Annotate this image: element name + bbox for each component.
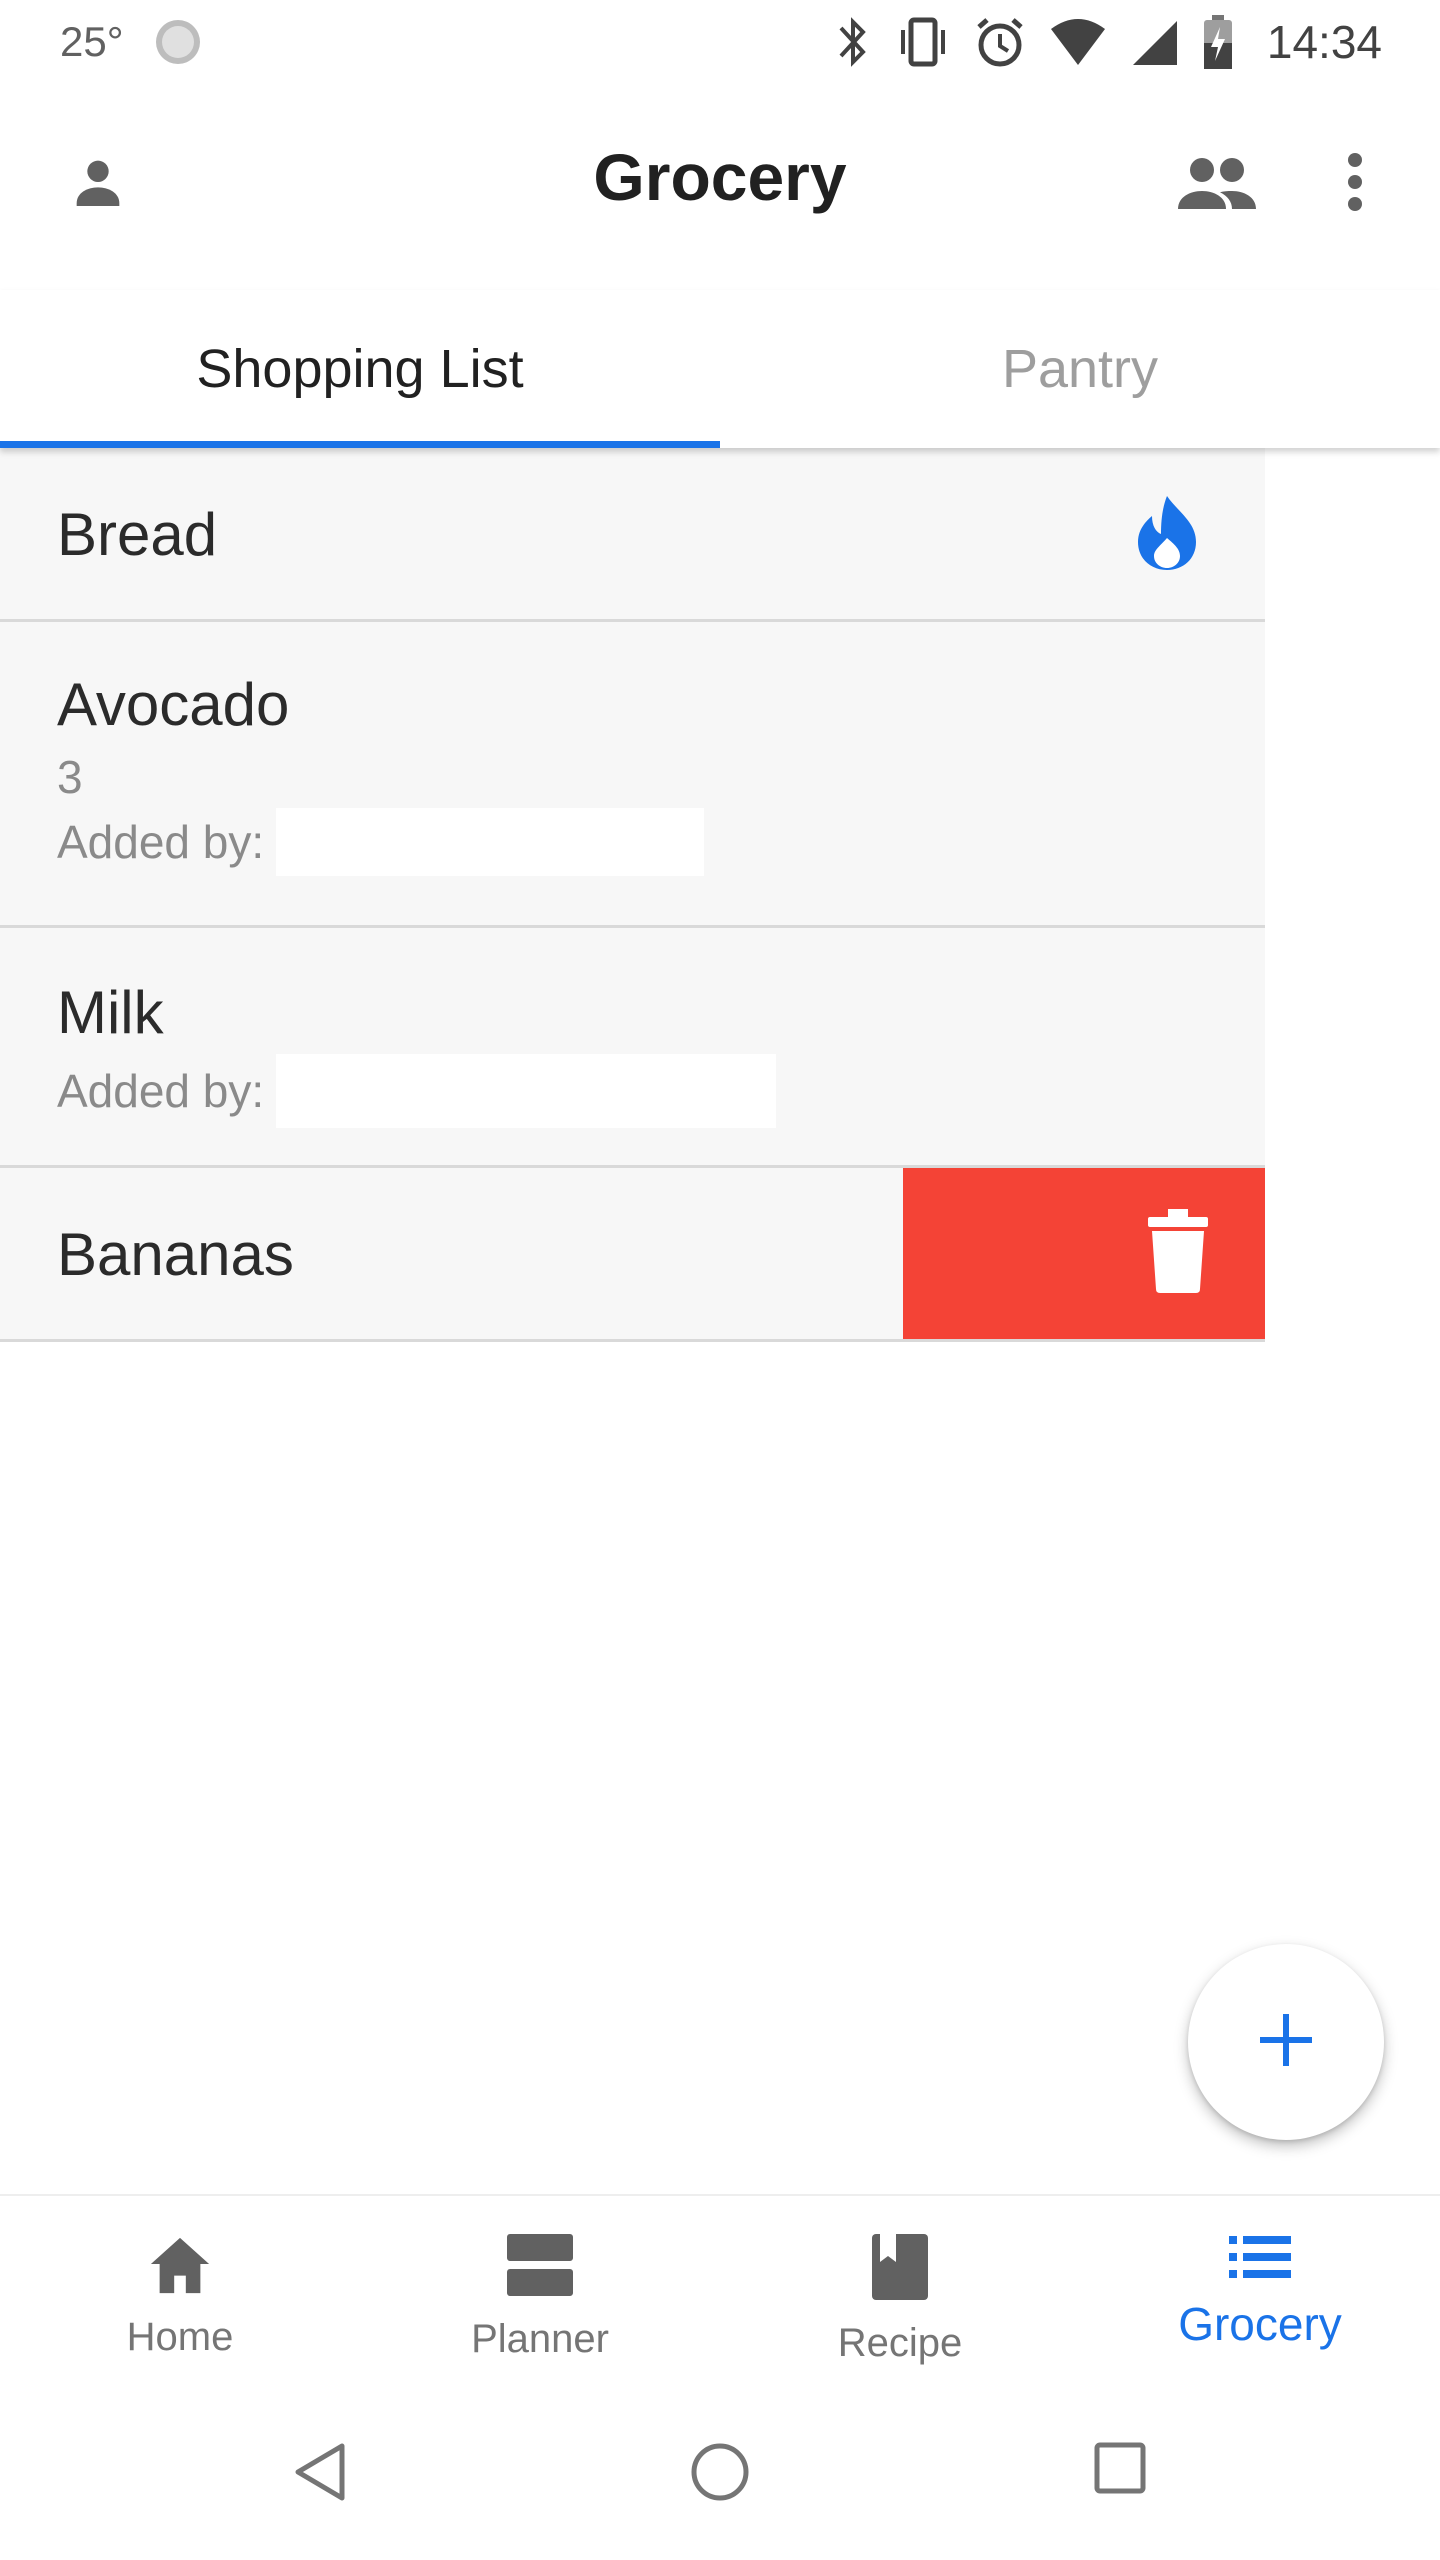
flame-icon[interactable] — [1130, 492, 1204, 577]
recents-square-icon — [1092, 2440, 1148, 2501]
bluetooth-icon — [833, 14, 873, 70]
list-item-bananas[interactable]: Bananas — [0, 1168, 1265, 1342]
temperature-text: 25° — [60, 18, 124, 65]
item-name: Milk — [57, 979, 164, 1046]
home-icon — [144, 2232, 216, 2301]
list-item-bread[interactable]: Bread — [0, 448, 1265, 622]
back-button[interactable] — [290, 2440, 350, 2509]
nav-item-home[interactable]: Home — [0, 2196, 360, 2376]
nav-item-planner[interactable]: Planner — [360, 2196, 720, 2376]
redacted-user — [276, 808, 705, 876]
book-icon — [870, 2232, 930, 2307]
nav-label: Grocery — [1178, 2298, 1342, 2350]
redacted-user — [276, 1054, 777, 1128]
delete-swipe-action[interactable] — [903, 1168, 1265, 1339]
group-icon — [1175, 150, 1259, 219]
more-vert-icon — [1345, 150, 1365, 219]
home-system-button[interactable] — [688, 2440, 752, 2509]
tab-pantry[interactable]: Pantry — [720, 290, 1440, 448]
home-circle-icon — [688, 2440, 752, 2509]
item-added-by: Added by: — [57, 808, 705, 876]
bottom-navigation: Home Planner Recipe Grocery — [0, 2194, 1440, 2374]
app-bar: Grocery — [0, 84, 1440, 284]
list-icon — [1227, 2232, 1293, 2287]
clock-text: 14:34 — [1266, 16, 1382, 68]
trash-icon — [1146, 1209, 1210, 1298]
weather-icon — [152, 16, 204, 68]
added-by-label: Added by: — [57, 1065, 265, 1117]
vibrate-icon — [895, 14, 951, 70]
signal-icon — [1129, 17, 1179, 67]
more-options-button[interactable] — [1325, 144, 1385, 224]
nav-label: Home — [126, 2315, 234, 2359]
share-list-button[interactable] — [1172, 144, 1262, 224]
item-name: Avocado — [57, 671, 290, 738]
add-item-button[interactable] — [1188, 1944, 1384, 2140]
back-triangle-icon — [290, 2440, 350, 2509]
tab-shopping-list[interactable]: Shopping List — [0, 290, 720, 448]
item-added-by: Added by: — [57, 1054, 777, 1128]
planner-icon — [505, 2232, 575, 2303]
nav-item-grocery[interactable]: Grocery — [1080, 2196, 1440, 2376]
item-name: Bananas — [57, 1221, 294, 1288]
battery-icon — [1201, 13, 1235, 71]
tab-indicator — [0, 441, 720, 448]
list-item-avocado[interactable]: Avocado 3 Added by: — [0, 622, 1265, 928]
nav-item-recipe[interactable]: Recipe — [720, 2196, 1080, 2376]
added-by-label: Added by: — [57, 816, 265, 868]
tab-bar: Shopping List Pantry — [0, 290, 1440, 448]
status-bar: 25° 14:34 — [0, 0, 1440, 84]
shopping-list: Bread Avocado 3 Added by: Milk Added by:… — [0, 448, 1265, 1342]
nav-label: Recipe — [837, 2321, 963, 2365]
recents-button[interactable] — [1092, 2440, 1148, 2501]
wifi-icon — [1049, 17, 1107, 67]
system-navigation-bar — [0, 2400, 1440, 2560]
list-item-milk[interactable]: Milk Added by: — [0, 928, 1265, 1168]
nav-label: Planner — [471, 2317, 609, 2361]
item-name: Bread — [57, 501, 218, 568]
alarm-icon — [973, 15, 1027, 69]
item-quantity: 3 — [57, 751, 83, 803]
plus-icon — [1258, 2012, 1314, 2073]
